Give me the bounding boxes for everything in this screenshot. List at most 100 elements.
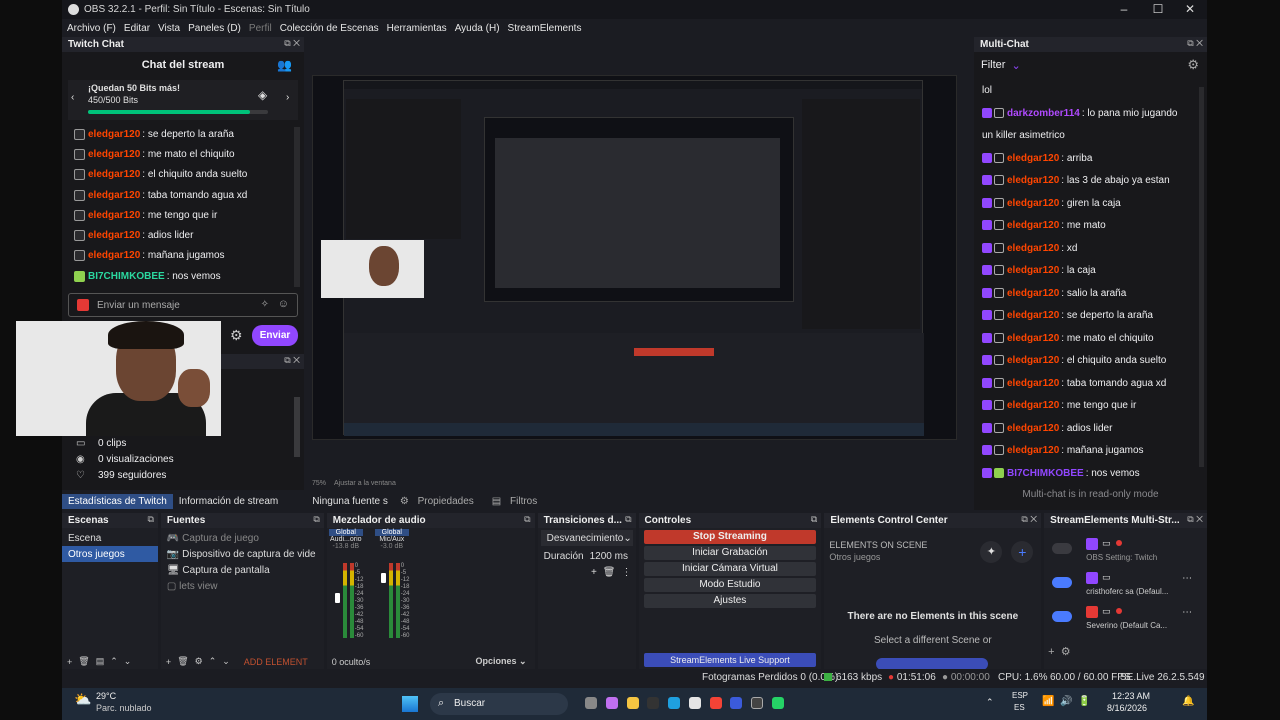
chat-username[interactable]: eledgar120 (88, 210, 140, 221)
add-element-button[interactable]: ADD ELEMENT (244, 657, 308, 667)
chat-username[interactable]: eledgar120 (88, 129, 140, 140)
fit-window-label[interactable]: Ajustar a la ventana (334, 480, 396, 487)
chat-username[interactable]: eledgar120 (1007, 333, 1059, 344)
live-support-button[interactable]: StreamElements Live Support (643, 653, 817, 667)
chat-username[interactable]: eledgar120 (1007, 400, 1059, 411)
program-preview[interactable] (312, 75, 957, 440)
scene-item-selected[interactable]: Otros juegos (62, 546, 158, 562)
battery-icon[interactable]: 🔋 (1078, 696, 1090, 707)
add-element-icon[interactable]: + (1011, 541, 1034, 563)
add-icon[interactable]: + (67, 657, 72, 667)
menu-paneles[interactable]: Paneles (D) (188, 23, 241, 34)
tab-informacion[interactable]: Información de stream (173, 494, 285, 509)
chat-username[interactable]: eledgar120 (88, 250, 140, 261)
menu-streamelements[interactable]: StreamElements (508, 23, 582, 34)
menu-herramientas[interactable]: Herramientas (387, 23, 447, 34)
chat-username[interactable]: eledgar120 (88, 230, 140, 241)
dock-float-icon[interactable]: ⧉ (147, 514, 153, 525)
chat-username[interactable]: eledgar120 (1007, 378, 1059, 389)
dock-float-icon[interactable]: ⧉ (313, 514, 319, 525)
chat-username[interactable]: eledgar120 (1007, 445, 1059, 456)
edge-icon[interactable] (668, 697, 681, 709)
dock-float-close-icon[interactable]: ⧉ ✕ (284, 38, 300, 49)
notification-bell-icon[interactable]: 🔔 (1182, 696, 1194, 707)
minimize-button[interactable]: – (1108, 0, 1140, 19)
settings-button[interactable]: Ajustes (643, 594, 817, 608)
chat-username[interactable]: eledgar120 (1007, 243, 1059, 254)
copilot-icon[interactable] (605, 697, 618, 709)
filters-button[interactable]: ▤ Filtros (486, 494, 549, 509)
clock-date[interactable]: 8/16/2026 (1107, 703, 1147, 713)
add-icon[interactable]: + (166, 657, 171, 667)
menu-coleccion-escenas[interactable]: Colección de Escenas (280, 23, 379, 34)
menu-editar[interactable]: Editar (124, 23, 150, 34)
stop-streaming-button[interactable]: Stop Streaming (643, 530, 817, 544)
tray-chevron-icon[interactable]: ⌃ (986, 697, 994, 708)
start-virtual-camera-button[interactable]: Iniciar Cámara Virtual (643, 562, 817, 576)
volume-slider-handle[interactable] (380, 573, 386, 583)
menu-perfil[interactable]: Perfil (249, 23, 272, 34)
obs-taskbar-icon[interactable] (751, 697, 764, 709)
options-button[interactable]: Opciones ⌄ (476, 656, 527, 667)
toggle-switch[interactable] (1052, 611, 1073, 622)
app-icon[interactable] (730, 697, 743, 709)
source-item[interactable]: ▢ lets view (161, 578, 324, 594)
chat-input[interactable]: Enviar un mensaje ✧ ☺ (68, 293, 298, 317)
trash-icon[interactable]: 🗑 (177, 656, 188, 667)
dock-float-icon[interactable]: ⧉ (524, 514, 530, 525)
users-icon[interactable]: 👥 (277, 58, 292, 72)
settings-gear-icon[interactable]: ⚙ (1187, 57, 1199, 73)
dock-float-icon[interactable]: ⧉ (811, 514, 817, 525)
chat-username[interactable]: eledgar120 (1007, 423, 1059, 434)
task-view-icon[interactable] (585, 697, 597, 709)
bits-cheer-icon[interactable]: ✧ (261, 299, 269, 310)
volume-icon[interactable]: 🔊 (1060, 696, 1072, 707)
filter-icon[interactable]: ▤ (96, 656, 105, 667)
file-explorer-icon[interactable] (626, 697, 639, 709)
chat-username[interactable]: eledgar120 (88, 169, 140, 180)
down-icon[interactable]: ⌄ (124, 656, 132, 667)
trash-icon[interactable]: 🗑 (78, 656, 89, 667)
chrome-icon[interactable] (709, 697, 722, 709)
source-item[interactable]: 🎮 Captura de juego (161, 530, 324, 546)
chat-username[interactable]: eledgar120 (1007, 220, 1059, 231)
trash-icon[interactable]: 🗑 (603, 567, 616, 578)
chat-username[interactable]: eledgar120 (1007, 355, 1059, 366)
dock-float-close-icon[interactable]: ⧉ ✕ (1187, 514, 1203, 525)
dock-float-icon[interactable]: ⧉ (625, 514, 631, 525)
filter-dropdown[interactable]: Filter ⌄ ⚙ (974, 52, 1207, 78)
weather-icon[interactable]: ⛅ (74, 691, 91, 708)
tab-estadisticas[interactable]: Estadísticas de Twitch (62, 493, 173, 509)
transition-select[interactable]: Desvanecimiento ⌄ (540, 530, 633, 546)
chat-username[interactable]: eledgar120 (88, 149, 140, 160)
studio-mode-button[interactable]: Modo Estudio (643, 578, 817, 592)
multichat-scrollbar[interactable] (1199, 87, 1204, 467)
menu-archivo[interactable]: Archivo (F) (67, 23, 116, 34)
chat-username[interactable]: eledgar120 (1007, 310, 1059, 321)
source-item[interactable]: 📷 Dispositivo de captura de vide (161, 546, 324, 562)
chat-username[interactable]: eledgar120 (1007, 288, 1059, 299)
send-button[interactable]: Enviar (252, 325, 298, 346)
chat-username[interactable]: eledgar120 (1007, 175, 1059, 186)
scene-item[interactable]: Escena (62, 530, 158, 546)
dock-float-close-icon[interactable]: ⧉ ✕ (1021, 514, 1037, 525)
menu-ayuda[interactable]: Ayuda (H) (455, 23, 500, 34)
menu-vista[interactable]: Vista (158, 23, 180, 34)
wifi-icon[interactable]: 📶 (1042, 696, 1054, 707)
store-icon[interactable] (688, 697, 701, 709)
chat-username[interactable]: eledgar120 (1007, 265, 1059, 276)
chat-username[interactable]: eledgar120 (88, 190, 140, 201)
whatsapp-icon[interactable] (772, 697, 785, 709)
toggle-switch[interactable] (1052, 543, 1073, 554)
more-icon[interactable]: ⋯ (1182, 573, 1192, 584)
volume-slider-handle[interactable] (334, 593, 340, 603)
windows-start-icon[interactable] (402, 696, 418, 712)
chat-username[interactable]: eledgar120 (1007, 198, 1059, 209)
search-box[interactable]: ⌕ Buscar (430, 693, 568, 715)
maximize-button[interactable]: ☐ (1142, 0, 1174, 19)
chevron-right-icon[interactable]: › (286, 92, 289, 103)
close-button[interactable]: ✕ (1174, 0, 1206, 19)
chat-username[interactable]: BI7CHIMKOBEE (88, 271, 165, 282)
chat-username[interactable]: darkzomber114 (1007, 108, 1080, 119)
add-icon[interactable]: + (591, 567, 597, 578)
